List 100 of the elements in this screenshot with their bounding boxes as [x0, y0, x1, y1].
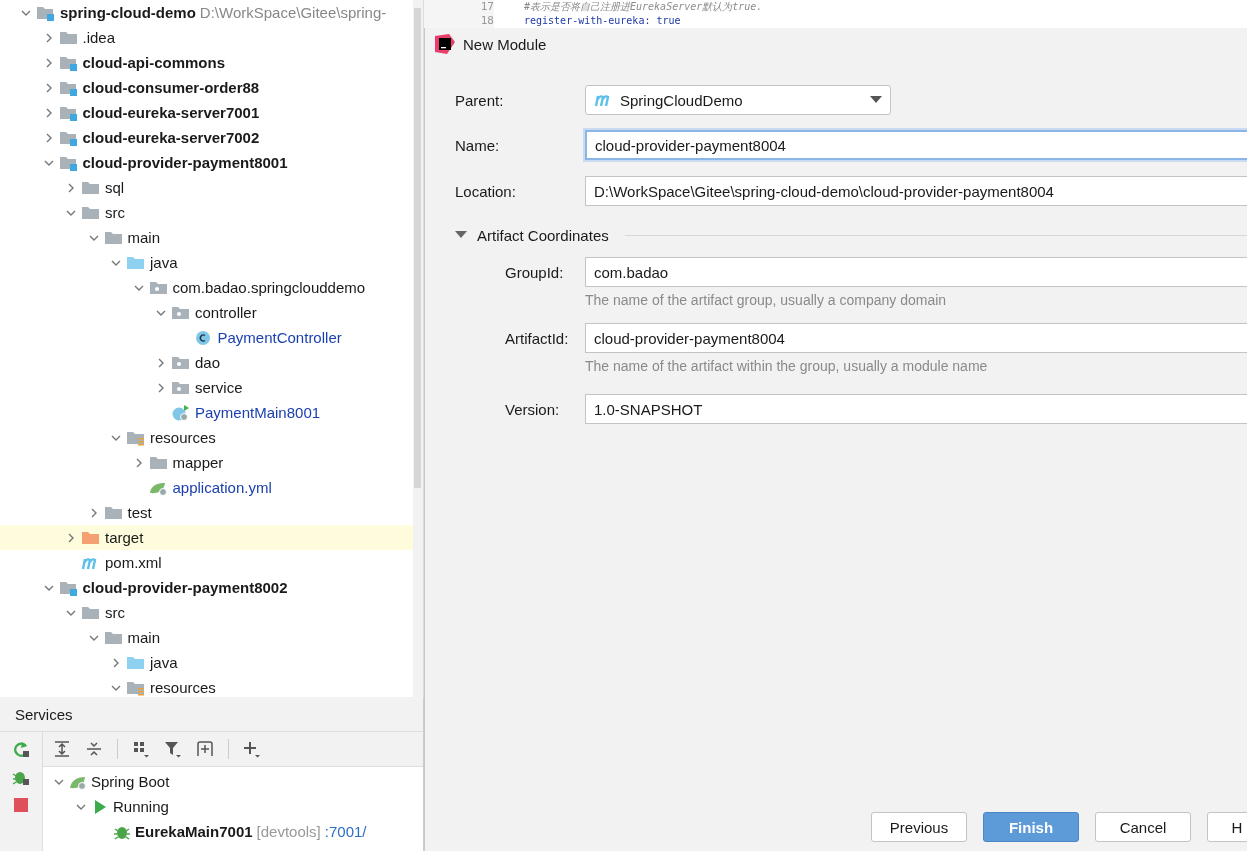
- path-text: D:\WorkSpace\Gitee\spring-: [199, 4, 387, 21]
- tree-row[interactable]: resources: [0, 425, 413, 450]
- folder-icon: [126, 254, 146, 271]
- tree-label: cloud-eureka-server7002: [82, 129, 260, 146]
- collapse-all-icon[interactable]: [85, 740, 103, 758]
- package-folder-icon: [148, 279, 169, 296]
- dropdown-arrow-icon: [870, 96, 882, 104]
- folder-icon: [81, 179, 101, 196]
- text-field[interactable]: cloud-provider-payment8004: [585, 323, 1247, 353]
- dialog-button[interactable]: Cancel: [1095, 812, 1191, 842]
- tree-row[interactable]: target: [0, 525, 413, 550]
- field-label: Name:: [455, 136, 501, 154]
- service-tag: [devtools]: [256, 823, 321, 840]
- tree-label: resources: [150, 429, 216, 446]
- tree-label: PaymentController: [217, 329, 342, 346]
- text-field[interactable]: com.badao: [585, 257, 1247, 287]
- tree-row[interactable]: application.yml: [0, 475, 413, 500]
- tree-row[interactable]: test: [0, 500, 413, 525]
- tree-row[interactable]: cloud-eureka-server7001: [0, 100, 413, 125]
- tree-row[interactable]: cloud-eureka-server7002: [0, 125, 413, 150]
- tree-row[interactable]: Spring Boot: [43, 769, 423, 794]
- stop-icon[interactable]: [12, 796, 30, 814]
- tree-row[interactable]: Running: [43, 794, 423, 819]
- line-number: 18: [424, 14, 494, 28]
- tree-row[interactable]: mapper: [0, 450, 413, 475]
- tree-label: dao: [195, 354, 221, 371]
- text-field[interactable]: 1.0-SNAPSHOT: [585, 394, 1247, 424]
- tree-row[interactable]: sql: [0, 175, 413, 200]
- module-folder-icon: [58, 579, 79, 596]
- panel-title: Services: [15, 705, 73, 723]
- filter-icon[interactable]: [164, 740, 182, 758]
- tree-row[interactable]: com.badao.springclouddemo: [0, 275, 413, 300]
- tree-row[interactable]: .idea: [0, 25, 413, 50]
- tree-label: com.badao.springclouddemo: [172, 279, 366, 296]
- tree-label: cloud-consumer-order88: [82, 79, 260, 96]
- service-label: Running: [113, 798, 169, 815]
- tree-label: pom.xml: [105, 554, 162, 571]
- tree-row[interactable]: resources: [0, 675, 413, 697]
- folder-icon: [126, 654, 146, 671]
- parent-dropdown[interactable]: SpringCloudDemo: [585, 85, 891, 115]
- tree-label: src: [105, 604, 125, 621]
- service-port: :7001/: [324, 823, 367, 840]
- hint-text: The name of the artifact within the group, usually a module name: [585, 358, 988, 374]
- tree-row[interactable]: cloud-provider-payment8002: [0, 575, 413, 600]
- tree-row[interactable]: service: [0, 375, 413, 400]
- expand-all-icon[interactable]: [53, 740, 71, 758]
- tree-row[interactable]: spring-cloud-demo D:\WorkSpace\Gitee\spring-: [0, 0, 413, 25]
- add-tab-icon[interactable]: [196, 740, 214, 758]
- tree-row[interactable]: PaymentMain8001: [0, 400, 413, 425]
- tree-row[interactable]: main: [0, 625, 413, 650]
- tree-row[interactable]: cloud-provider-payment8001: [0, 150, 413, 175]
- tree-row[interactable]: src: [0, 200, 413, 225]
- folder-icon: [103, 629, 124, 646]
- rerun-icon[interactable]: [12, 740, 30, 758]
- folder-icon: [103, 504, 124, 521]
- tree-label: cloud-provider-payment8002: [82, 579, 288, 596]
- tree-row[interactable]: controller: [0, 300, 413, 325]
- plus-icon[interactable]: [243, 740, 261, 758]
- tree-row[interactable]: java: [0, 250, 413, 275]
- tree-label: main: [127, 229, 160, 246]
- module-folder-icon: [58, 104, 79, 121]
- field-label: GroupId:: [505, 263, 565, 281]
- scrollbar[interactable]: [413, 0, 423, 697]
- dialog-button[interactable]: Previous: [871, 812, 967, 842]
- tree-row[interactable]: EurekaMain7001 [devtools] :7001/: [43, 819, 423, 844]
- tree-row[interactable]: pom.xml: [0, 550, 413, 575]
- module-folder-icon: [58, 154, 79, 171]
- text-field[interactable]: cloud-provider-payment8004: [585, 130, 1247, 160]
- field-label: Parent:: [455, 91, 505, 109]
- field-label: Location:: [455, 182, 517, 200]
- module-folder-icon: [58, 79, 79, 96]
- resources-folder-icon: [126, 429, 146, 446]
- tree-label: java: [150, 254, 178, 271]
- text-field[interactable]: D:\WorkSpace\Gitee\spring-cloud-demo\cloud-provider-payment8004: [585, 176, 1247, 206]
- line-number: 17: [424, 0, 494, 14]
- runnable-class-icon: [171, 404, 191, 421]
- group-icon[interactable]: [132, 740, 150, 758]
- tree-row[interactable]: cloud-api-commons: [0, 50, 413, 75]
- module-folder-icon: [58, 54, 79, 71]
- folder-icon: [58, 29, 79, 46]
- tree-label: PaymentMain8001: [195, 404, 321, 421]
- tree-label: cloud-api-commons: [82, 54, 225, 71]
- tree-row[interactable]: PaymentController: [0, 325, 413, 350]
- tree-label: sql: [105, 179, 125, 196]
- resources-folder-icon: [126, 679, 146, 696]
- expanded-triangle-icon[interactable]: [455, 231, 467, 239]
- tree-row[interactable]: dao: [0, 350, 413, 375]
- tree-label: spring-cloud-demo: [60, 4, 196, 21]
- tree-label: target: [105, 529, 144, 546]
- service-label: Spring Boot: [91, 773, 170, 790]
- dialog-button[interactable]: H: [1207, 812, 1247, 842]
- tree-label: test: [127, 504, 152, 521]
- tree-row[interactable]: src: [0, 600, 413, 625]
- tree-row[interactable]: cloud-consumer-order88: [0, 75, 413, 100]
- section-title: Artifact Coordinates: [477, 226, 609, 244]
- module-folder-icon: [58, 129, 79, 146]
- tree-row[interactable]: java: [0, 650, 413, 675]
- folder-icon: [103, 229, 124, 246]
- tree-row[interactable]: main: [0, 225, 413, 250]
- tree-label: controller: [195, 304, 257, 321]
